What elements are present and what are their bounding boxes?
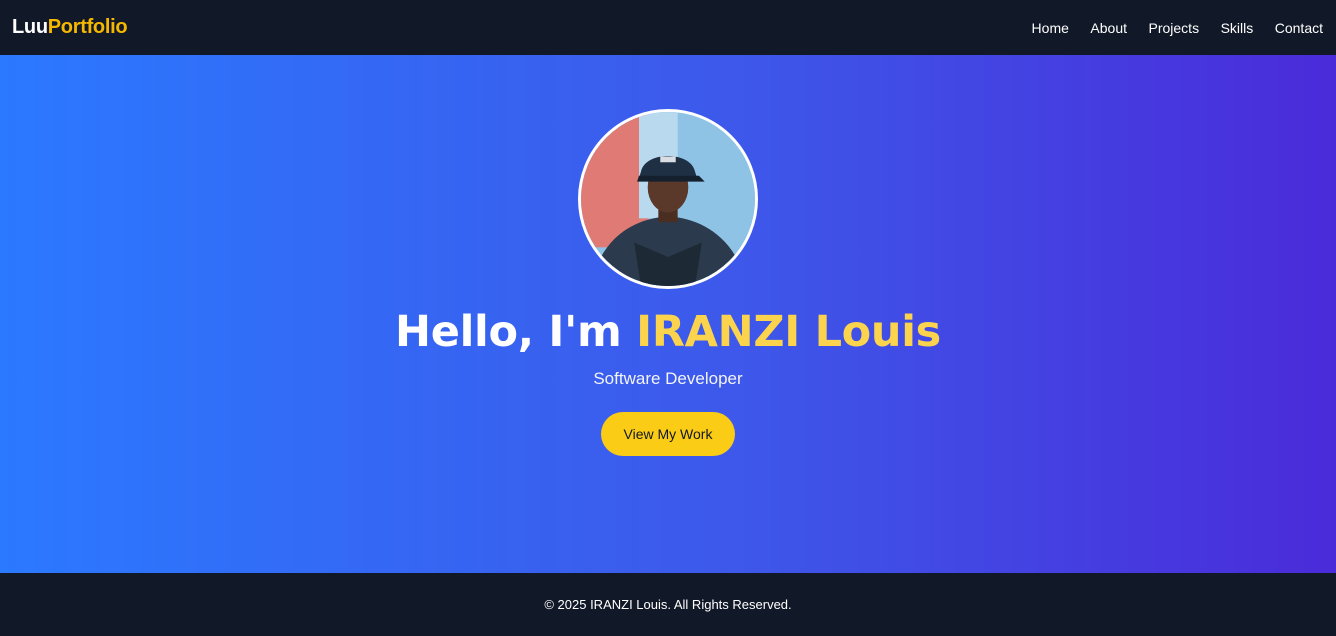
profile-photo: [581, 112, 755, 286]
nav-link-skills[interactable]: Skills: [1221, 20, 1254, 36]
nav-links: Home About Projects Skills Contact: [1010, 20, 1323, 36]
hero-name: IRANZI Louis: [636, 307, 941, 357]
nav-link-about[interactable]: About: [1090, 20, 1127, 36]
view-my-work-button[interactable]: View My Work: [601, 412, 735, 456]
brand-logo-second: Portfolio: [47, 16, 128, 38]
hero-greeting: Hello, I'm: [395, 307, 637, 357]
hero-heading: Hello, I'm IRANZI Louis: [395, 307, 941, 357]
nav-link-contact[interactable]: Contact: [1275, 20, 1323, 36]
nav-link-home[interactable]: Home: [1032, 20, 1069, 36]
footer: © 2025 IRANZI Louis. All Rights Reserved…: [0, 573, 1336, 636]
nav-link-projects[interactable]: Projects: [1149, 20, 1200, 36]
navbar: LuuPortfolio Home About Projects Skills …: [0, 0, 1336, 55]
hero-subtitle: Software Developer: [593, 369, 743, 388]
profile-avatar: [578, 109, 758, 289]
hero-section: Hello, I'm IRANZI Louis Software Develop…: [0, 55, 1336, 573]
brand-logo-first: Luu: [12, 16, 48, 38]
brand-logo[interactable]: LuuPortfolio: [12, 16, 128, 39]
footer-copyright: © 2025 IRANZI Louis. All Rights Reserved…: [544, 597, 792, 612]
